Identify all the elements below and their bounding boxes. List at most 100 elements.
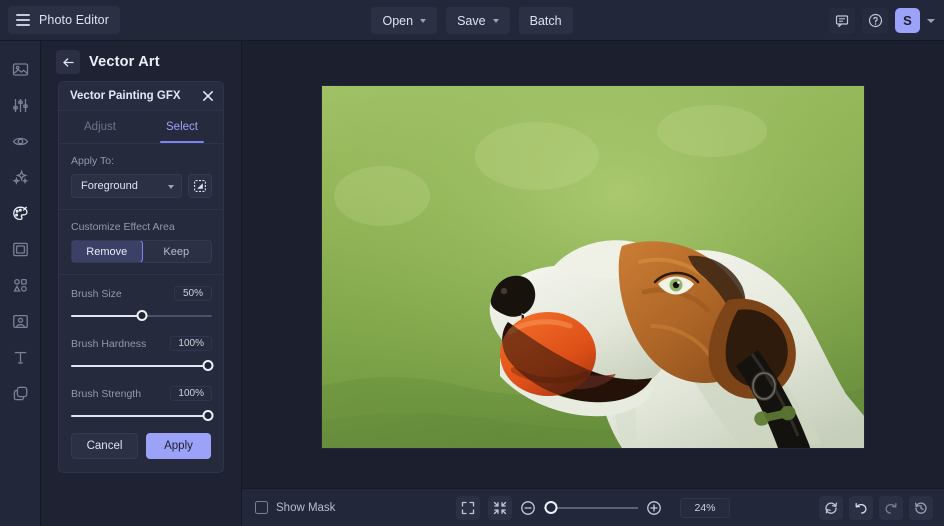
effect-area-toggle: Remove Keep — [71, 240, 212, 263]
show-mask-toggle[interactable]: Show Mask — [242, 501, 335, 514]
segment-keep[interactable]: Keep — [142, 241, 212, 262]
undo-icon — [855, 502, 867, 514]
rail-item-shapes[interactable] — [0, 267, 41, 303]
slider-brush-strength: Brush Strength 100% — [71, 386, 214, 422]
zoom-level-field[interactable]: 24% — [680, 497, 730, 518]
apply-button[interactable]: Apply — [146, 433, 211, 459]
tab-adjust[interactable]: Adjust — [59, 111, 141, 143]
save-button-label: Save — [457, 13, 486, 28]
apply-to-label: Apply To: — [71, 155, 114, 167]
fit-to-screen-button[interactable] — [488, 495, 513, 520]
show-mask-label: Show Mask — [276, 501, 336, 514]
rail-item-portrait-mask[interactable] — [0, 303, 41, 339]
top-bar-center: Open Save Batch — [0, 0, 944, 41]
canvas-area[interactable] — [242, 41, 944, 488]
help-button[interactable] — [862, 7, 888, 34]
apply-to-section: Apply To: Foreground — [59, 144, 223, 210]
hamburger-icon — [16, 14, 30, 26]
effect-name-label: Vector Painting GFX — [70, 90, 181, 102]
show-mask-checkbox[interactable] — [255, 501, 268, 514]
frame-crop-icon — [12, 242, 28, 256]
slider-brush-strength-value: 100% — [170, 386, 212, 401]
redo-icon — [885, 502, 897, 514]
palette-artistic-icon — [12, 206, 28, 220]
rail-item-retouch[interactable] — [0, 123, 41, 159]
zoom-slider-bar — [544, 506, 639, 509]
side-panel: Vector Art Vector Painting GFX Adjust Se… — [41, 41, 242, 526]
reset-icon — [825, 502, 838, 514]
zoom-slider[interactable] — [544, 500, 639, 515]
rail-item-artistic[interactable] — [0, 195, 41, 231]
save-button[interactable]: Save — [446, 7, 510, 34]
slider-brush-strength-header: Brush Strength 100% — [71, 386, 212, 401]
portrait-mask-icon — [12, 314, 28, 328]
panel-header: Vector Art — [41, 41, 241, 83]
chevron-down-icon — [168, 184, 174, 189]
apply-to-row: Foreground — [71, 174, 212, 198]
top-bar-left: Photo Editor — [0, 6, 120, 34]
segment-remove[interactable]: Remove — [72, 241, 143, 262]
slider-brush-strength-knob[interactable] — [202, 410, 214, 421]
app-name-label: Photo Editor — [39, 13, 109, 27]
undo-button[interactable] — [849, 495, 873, 520]
zoom-out-button[interactable] — [520, 500, 536, 516]
redo-button[interactable] — [879, 495, 903, 520]
history-button[interactable] — [909, 495, 933, 520]
eye-retouch-icon — [12, 137, 28, 145]
open-button[interactable]: Open — [371, 7, 438, 34]
slider-brush-hardness-value: 100% — [170, 336, 212, 351]
sparkles-effects-icon — [11, 168, 28, 185]
slider-brush-size-knob[interactable] — [136, 310, 147, 321]
fullscreen-button[interactable] — [456, 495, 481, 520]
close-button[interactable] — [201, 89, 215, 103]
adjust-sliders-icon — [12, 98, 28, 112]
effect-card-header: Vector Painting GFX — [59, 82, 223, 111]
main-menu-button[interactable]: Photo Editor — [8, 6, 120, 34]
effect-tabs: Adjust Select — [59, 111, 223, 144]
zoom-in-icon — [647, 500, 662, 515]
history-icon — [914, 502, 927, 514]
apply-to-select[interactable]: Foreground — [71, 174, 182, 198]
select-area-button[interactable] — [188, 174, 212, 198]
slider-brush-hardness-header: Brush Hardness 100% — [71, 336, 212, 351]
back-button[interactable] — [56, 50, 80, 74]
rail-item-crop[interactable] — [0, 231, 41, 267]
select-area-icon — [194, 180, 206, 192]
open-button-label: Open — [382, 13, 414, 28]
vector-art-dog-image — [322, 86, 864, 448]
top-bar-right: S — [829, 0, 935, 41]
avatar[interactable]: S — [895, 8, 920, 33]
rail-item-layers[interactable] — [0, 375, 41, 411]
chevron-down-icon — [420, 19, 427, 23]
edited-image[interactable] — [322, 86, 864, 448]
slider-brush-hardness: Brush Hardness 100% — [71, 336, 214, 372]
layers-icon — [13, 386, 27, 400]
slider-brush-hardness-knob[interactable] — [202, 360, 214, 371]
slider-brush-size: Brush Size 50% — [71, 286, 212, 322]
photo-editor-app: Photo Editor Open Save Batch S Vector Ar… — [0, 0, 944, 526]
slider-brush-strength-label: Brush Strength — [71, 387, 142, 400]
bottom-bar-right — [819, 489, 933, 526]
feedback-button[interactable] — [829, 7, 855, 34]
zoom-in-button[interactable] — [646, 500, 662, 516]
rail-item-effects[interactable] — [0, 159, 41, 195]
slider-brush-size-label: Brush Size — [71, 287, 122, 300]
avatar-initial: S — [903, 13, 912, 28]
rail-item-adjust[interactable] — [0, 87, 41, 123]
slider-brush-hardness-track[interactable] — [71, 360, 214, 372]
account-chevron-down-icon[interactable] — [927, 18, 935, 23]
slider-track-fill — [71, 415, 212, 417]
tool-rail — [0, 41, 41, 526]
tab-select[interactable]: Select — [141, 111, 223, 143]
cancel-button[interactable]: Cancel — [71, 433, 138, 459]
rail-item-image[interactable] — [0, 51, 41, 87]
zoom-slider-knob[interactable] — [544, 500, 558, 514]
reset-button[interactable] — [819, 495, 843, 520]
rail-item-text[interactable] — [0, 339, 41, 375]
slider-track-fill — [71, 315, 142, 317]
slider-brush-size-track[interactable] — [71, 310, 212, 322]
batch-button[interactable]: Batch — [518, 7, 573, 34]
fullscreen-icon — [462, 501, 475, 514]
text-icon — [14, 351, 26, 364]
slider-brush-strength-track[interactable] — [71, 410, 214, 422]
